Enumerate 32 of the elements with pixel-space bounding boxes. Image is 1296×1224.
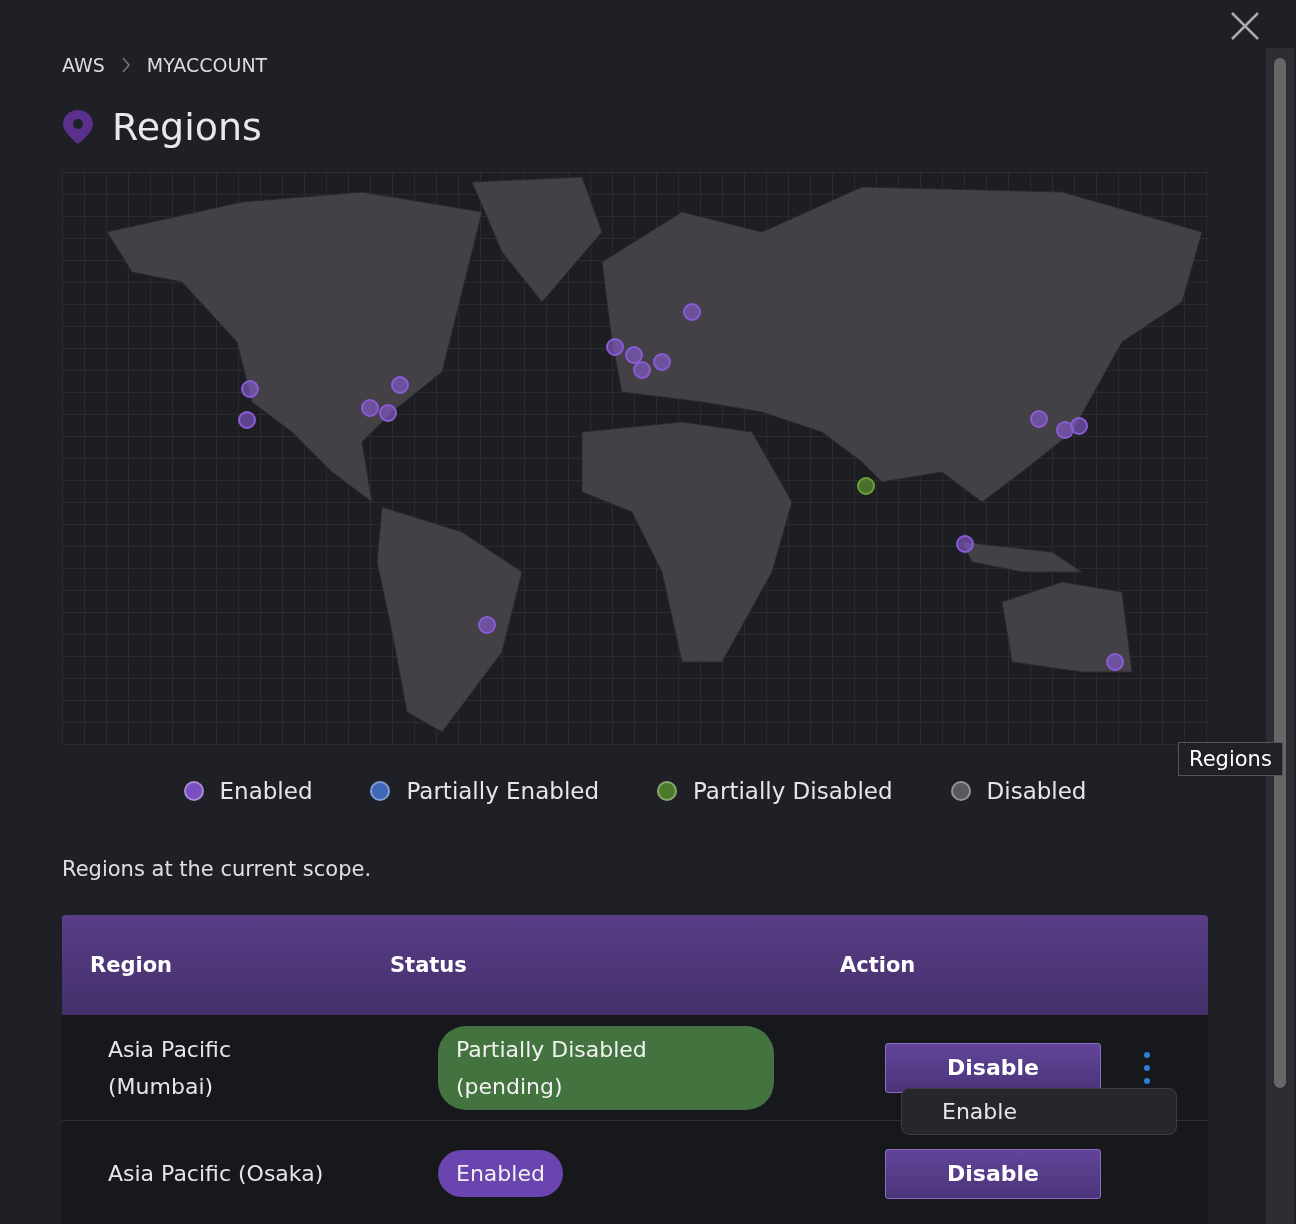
legend-label: Enabled — [219, 778, 313, 804]
map-pin[interactable] — [606, 338, 624, 356]
column-header: Status — [390, 953, 468, 977]
disable-button[interactable]: Disable — [885, 1148, 1101, 1199]
map-pin[interactable] — [238, 411, 256, 429]
location-pin-icon — [62, 109, 94, 145]
map-pin[interactable] — [1056, 421, 1074, 439]
more-options-icon[interactable] — [1143, 1050, 1151, 1085]
region-name: Asia Pacific (Mumbai) — [108, 1035, 233, 1101]
status-badge: Partially Disabled (pending) — [438, 1025, 774, 1110]
legend-label: Partially Disabled — [693, 778, 893, 804]
disable-button[interactable]: Disable — [885, 1042, 1101, 1093]
breadcrumb-link[interactable]: AWS — [62, 54, 105, 76]
legend-label: Partially Enabled — [406, 778, 600, 804]
column-header: Region — [89, 953, 174, 977]
map-pin[interactable] — [241, 380, 259, 398]
close-icon[interactable] — [1230, 11, 1260, 41]
map-pin[interactable] — [956, 535, 974, 553]
tooltip: Regions — [1178, 742, 1283, 776]
map-pin[interactable] — [857, 477, 875, 495]
breadcrumb-link[interactable]: MYACCOUNT — [146, 54, 268, 76]
map-pin[interactable] — [1070, 417, 1088, 435]
scrollbar-thumb[interactable] — [1274, 58, 1286, 1088]
page-title: Regions — [112, 105, 262, 149]
map-pin[interactable] — [379, 404, 397, 422]
status-badge: Enabled — [438, 1150, 563, 1197]
column-header: Action — [840, 953, 916, 977]
legend-label: Disabled — [986, 778, 1087, 804]
menu-item[interactable]: Enable — [902, 1098, 1176, 1124]
chevron-icon — [120, 57, 131, 73]
region-name: Asia Pacific (Osaka) — [108, 1160, 325, 1188]
description-text: Regions at the current scope. — [62, 857, 373, 881]
